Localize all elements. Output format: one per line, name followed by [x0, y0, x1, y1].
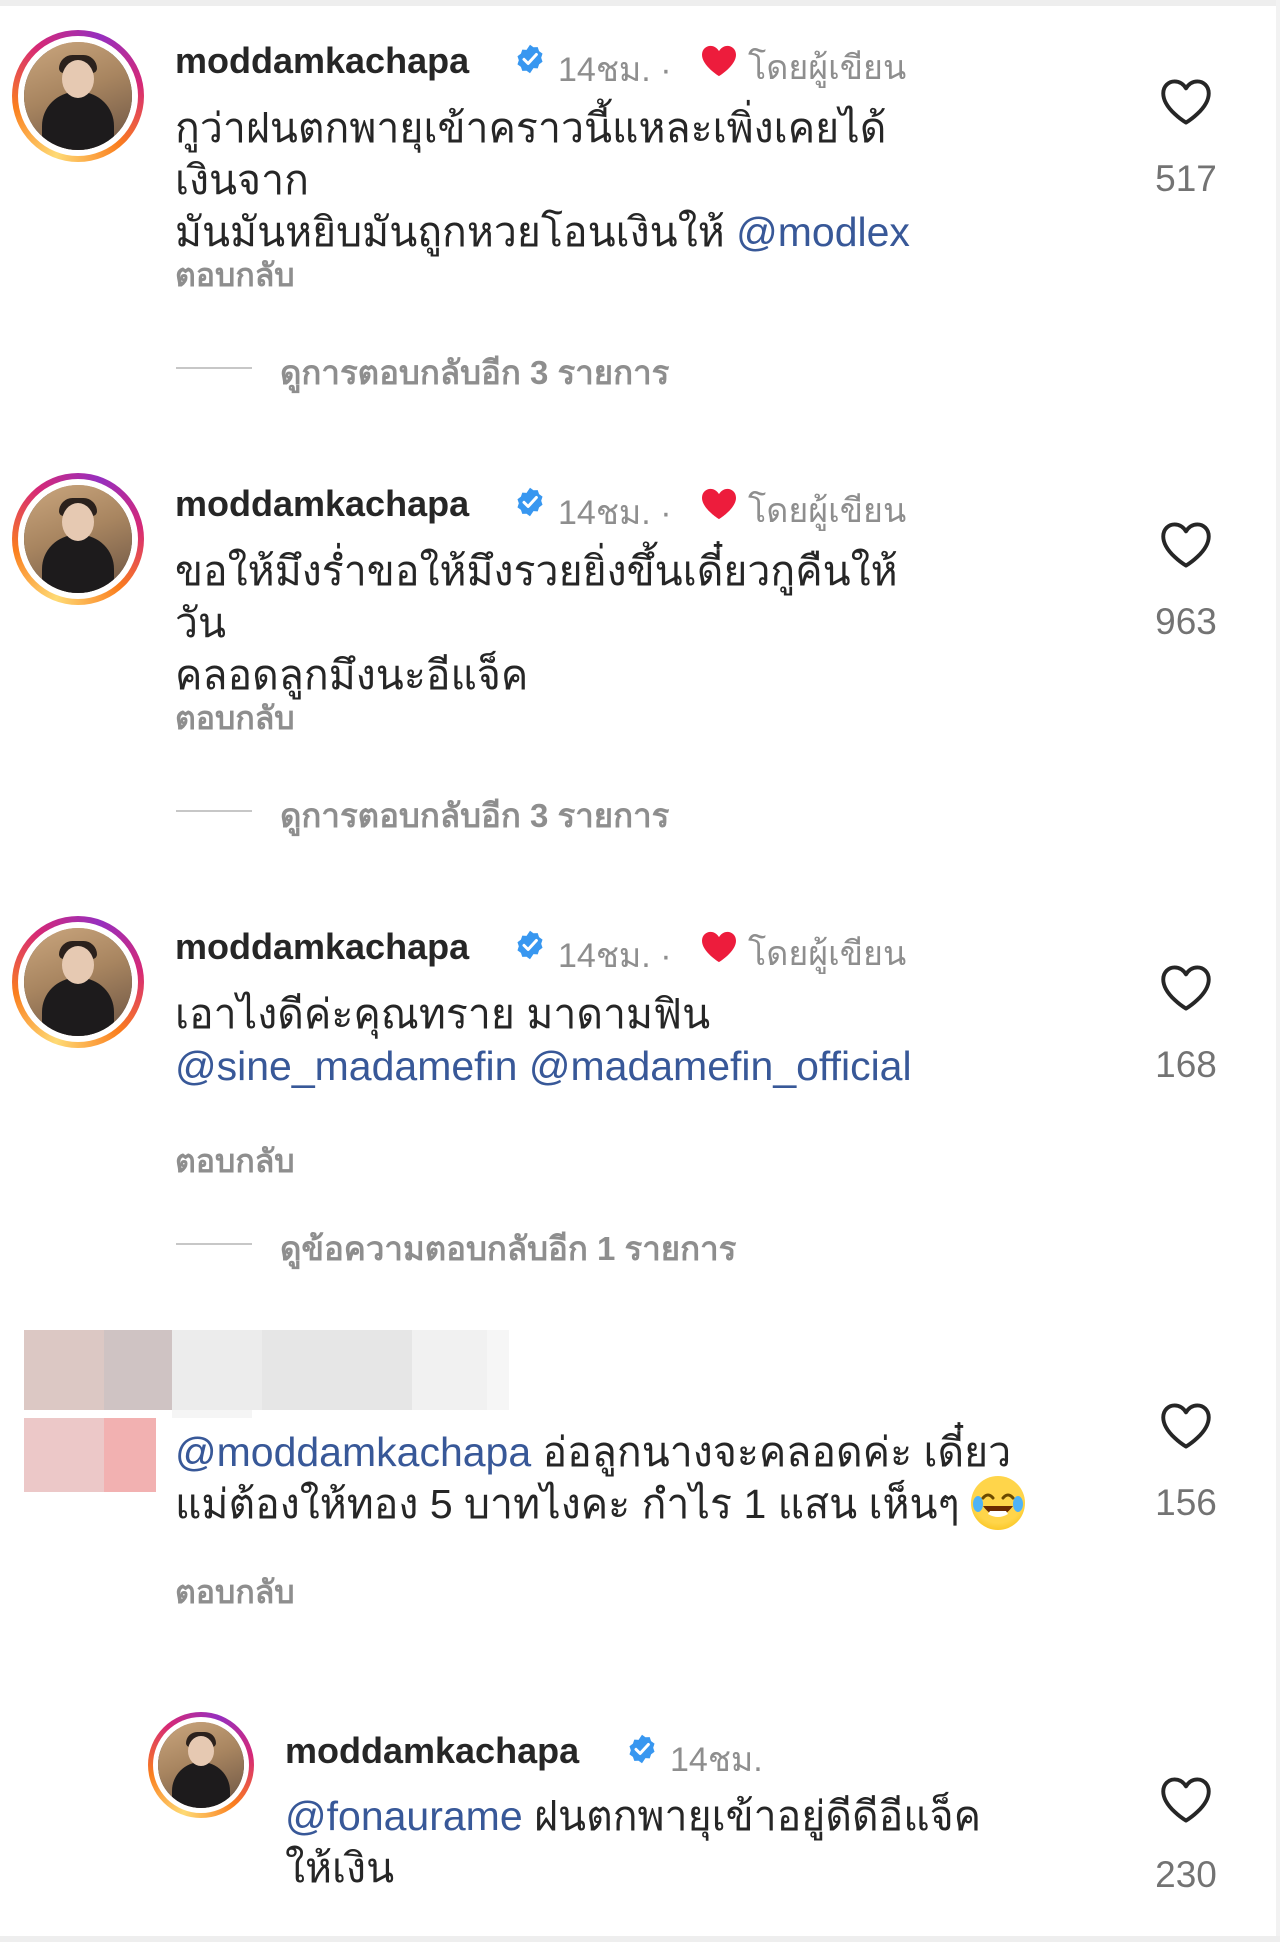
- replies-divider: [176, 810, 252, 812]
- reply-button[interactable]: ตอบกลับ: [175, 1136, 295, 1187]
- like-count: 156: [1155, 1482, 1217, 1523]
- like-heart-icon[interactable]: [1160, 1402, 1212, 1450]
- replies-divider: [176, 367, 252, 369]
- mention-link[interactable]: @modlex: [736, 209, 910, 255]
- like-count: 963: [1155, 601, 1217, 642]
- comment-text: กูว่าฝนตกพายุเข้าคราวนี้แหละเพิ่งเคยได้เ…: [175, 105, 910, 255]
- right-border: [1276, 0, 1280, 1942]
- avatar[interactable]: [12, 30, 144, 162]
- like-count: 168: [1155, 1044, 1217, 1085]
- by-author-label: โดยผู้เขียน: [748, 935, 907, 973]
- author-liked-heart-icon: [702, 488, 736, 520]
- like-count: 230: [1155, 1854, 1217, 1895]
- author-liked-heart-icon: [702, 931, 736, 963]
- mention-link[interactable]: @fonaurame: [285, 1793, 523, 1839]
- comment-text: @moddamkachapa อ่อลูกนางจะคลอดค่ะ เดี๋ยว…: [175, 1426, 1135, 1534]
- timestamp: 14ชม. ·: [558, 51, 672, 89]
- like-heart-icon[interactable]: [1160, 1776, 1212, 1824]
- comment-text: เอาไงดีค่ะคุณทราย มาดามฟิน @sine_madamef…: [175, 991, 912, 1089]
- username[interactable]: moddamkachapa: [175, 926, 469, 968]
- by-author-label: โดยผู้เขียน: [748, 49, 907, 87]
- verified-badge-icon: [517, 44, 543, 74]
- author-liked-heart-icon: [702, 45, 736, 77]
- timestamp: 14ชม. ·: [558, 937, 672, 975]
- tears-of-joy-emoji-icon: [971, 1476, 1025, 1531]
- timestamp: 14ชม.: [670, 1741, 763, 1779]
- like-heart-icon[interactable]: [1160, 78, 1212, 126]
- reply-button[interactable]: ตอบกลับ: [175, 250, 295, 301]
- avatar[interactable]: [12, 473, 144, 605]
- verified-badge-icon: [629, 1734, 655, 1764]
- reply-button[interactable]: ตอบกลับ: [175, 693, 295, 744]
- by-author-label: โดยผู้เขียน: [748, 492, 907, 530]
- replies-divider: [176, 1243, 252, 1245]
- username[interactable]: moddamkachapa: [285, 1730, 579, 1772]
- comment-text: @fonaurame ฝนตกพายุเข้าอยู่ดีดีอีแจ็ค ให…: [285, 1793, 982, 1891]
- top-border: [0, 0, 1280, 6]
- mention-link[interactable]: @sine_madamefin: [175, 1043, 517, 1089]
- timestamp: 14ชม. ·: [558, 494, 672, 532]
- username[interactable]: moddamkachapa: [175, 483, 469, 525]
- view-replies-button[interactable]: ดูข้อความตอบกลับอีก 1 รายการ: [280, 1222, 736, 1275]
- avatar[interactable]: [12, 916, 144, 1048]
- bottom-border: [0, 1936, 1280, 1942]
- username[interactable]: moddamkachapa: [175, 40, 469, 82]
- verified-badge-icon: [517, 487, 543, 517]
- verified-badge-icon: [517, 930, 543, 960]
- view-replies-button[interactable]: ดูการตอบกลับอีก 3 รายการ: [280, 789, 669, 842]
- avatar[interactable]: [148, 1712, 254, 1818]
- like-count: 517: [1155, 158, 1217, 199]
- like-heart-icon[interactable]: [1160, 964, 1212, 1012]
- reply-button[interactable]: ตอบกลับ: [175, 1567, 295, 1618]
- comment-text: ขอให้มึงร่ำขอให้มึงรวยยิ่งขึ้นเดี๋ยวกูคื…: [175, 548, 898, 698]
- mention-link[interactable]: @moddamkachapa: [175, 1429, 531, 1475]
- view-replies-button[interactable]: ดูการตอบกลับอีก 3 รายการ: [280, 346, 669, 399]
- like-heart-icon[interactable]: [1160, 521, 1212, 569]
- mention-link[interactable]: @madamefin_official: [529, 1043, 912, 1089]
